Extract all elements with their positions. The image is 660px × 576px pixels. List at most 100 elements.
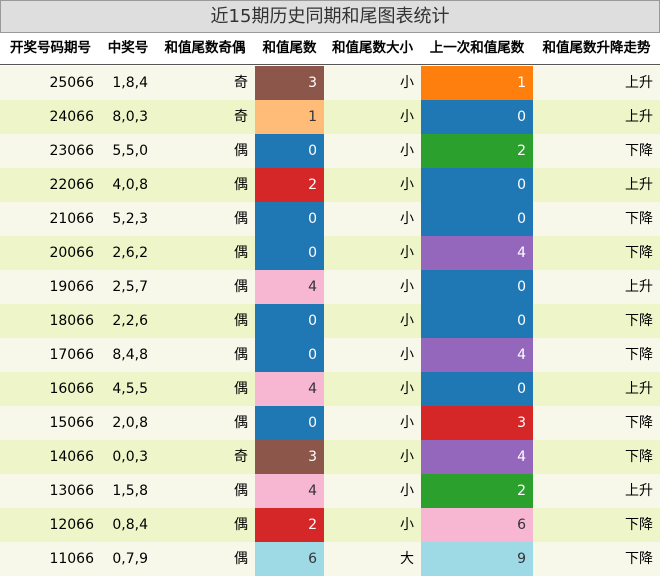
cell-issue: 17066: [49, 347, 94, 363]
header-trend: 和值尾数升降走势: [542, 40, 651, 56]
table-row: 19066 2,5,7 偶 4 小 0 上升: [0, 270, 660, 304]
table-row: 25066 1,8,4 奇 3 小 1 上升: [0, 66, 660, 100]
table-row: 18066 2,2,6 偶 0 小 0 下降: [0, 304, 660, 338]
cell-parity: 偶: [234, 143, 248, 159]
cell-prev-tail: 4: [421, 338, 533, 372]
cell-number: 1,5,8: [112, 483, 148, 499]
cell-issue: 14066: [49, 449, 94, 465]
cell-tail: 4: [255, 270, 324, 304]
cell-parity: 偶: [234, 483, 248, 499]
cell-parity: 偶: [234, 347, 248, 363]
cell-size: 小: [400, 279, 414, 295]
cell-issue: 21066: [49, 211, 94, 227]
cell-tail: 0: [255, 338, 324, 372]
table-row: 17066 8,4,8 偶 0 小 4 下降: [0, 338, 660, 372]
header-issue: 开奖号码期号: [10, 40, 91, 56]
table-row: 21066 5,2,3 偶 0 小 0 下降: [0, 202, 660, 236]
cell-prev-tail: 6: [421, 508, 533, 542]
cell-number: 2,2,6: [112, 313, 148, 329]
cell-number: 5,5,0: [112, 143, 148, 159]
cell-number: 0,7,9: [112, 551, 148, 567]
cell-size: 小: [400, 109, 414, 125]
table-row: 22066 4,0,8 偶 2 小 0 上升: [0, 168, 660, 202]
cell-prev-tail: 4: [421, 440, 533, 474]
cell-number: 8,0,3: [112, 109, 148, 125]
cell-tail: 6: [255, 542, 324, 576]
cell-trend: 下降: [625, 517, 653, 533]
cell-trend: 下降: [625, 143, 653, 159]
cell-issue: 11066: [49, 551, 94, 567]
cell-issue: 16066: [49, 381, 94, 397]
cell-parity: 偶: [234, 245, 248, 261]
cell-prev-tail: 2: [421, 134, 533, 168]
cell-tail: 3: [255, 440, 324, 474]
cell-tail: 1: [255, 100, 324, 134]
cell-tail: 2: [255, 508, 324, 542]
cell-parity: 偶: [234, 381, 248, 397]
header-row: 开奖号码期号 中奖号 和值尾数奇偶 和值尾数 和值尾数大小 上一次和值尾数 和值…: [0, 33, 660, 65]
cell-size: 小: [400, 381, 414, 397]
cell-parity: 偶: [234, 279, 248, 295]
table-row: 12066 0,8,4 偶 2 小 6 下降: [0, 508, 660, 542]
cell-trend: 上升: [625, 75, 653, 91]
cell-prev-tail: 0: [421, 372, 533, 406]
cell-issue: 13066: [49, 483, 94, 499]
cell-size: 大: [400, 551, 414, 567]
cell-number: 2,6,2: [112, 245, 148, 261]
cell-tail: 4: [255, 474, 324, 508]
cell-tail: 3: [255, 66, 324, 100]
cell-trend: 下降: [625, 551, 653, 567]
cell-tail: 2: [255, 168, 324, 202]
cell-trend: 下降: [625, 449, 653, 465]
cell-parity: 偶: [234, 551, 248, 567]
cell-issue: 22066: [49, 177, 94, 193]
table-row: 11066 0,7,9 偶 6 大 9 下降: [0, 542, 660, 576]
cell-parity: 奇: [234, 75, 248, 91]
cell-parity: 奇: [234, 449, 248, 465]
cell-prev-tail: 4: [421, 236, 533, 270]
cell-number: 0,8,4: [112, 517, 148, 533]
cell-trend: 下降: [625, 347, 653, 363]
cell-issue: 15066: [49, 415, 94, 431]
header-number: 中奖号: [107, 40, 149, 56]
cell-trend: 下降: [625, 415, 653, 431]
cell-size: 小: [400, 75, 414, 91]
cell-trend: 上升: [625, 483, 653, 499]
table-row: 15066 2,0,8 偶 0 小 3 下降: [0, 406, 660, 440]
table-row: 24066 8,0,3 奇 1 小 0 上升: [0, 100, 660, 134]
cell-prev-tail: 0: [421, 168, 533, 202]
table-row: 14066 0,0,3 奇 3 小 4 下降: [0, 440, 660, 474]
header-size: 和值尾数大小: [332, 40, 413, 56]
chart-table: 近15期历史同期和尾图表统计 开奖号码期号 中奖号 和值尾数奇偶 和值尾数 和值…: [0, 0, 660, 576]
cell-number: 4,5,5: [112, 381, 148, 397]
cell-trend: 上升: [625, 109, 653, 125]
cell-trend: 上升: [625, 177, 653, 193]
cell-tail: 0: [255, 236, 324, 270]
cell-prev-tail: 9: [421, 542, 533, 576]
cell-trend: 上升: [625, 279, 653, 295]
cell-size: 小: [400, 483, 414, 499]
cell-issue: 25066: [49, 75, 94, 91]
cell-prev-tail: 3: [421, 406, 533, 440]
cell-tail: 0: [255, 134, 324, 168]
table-row: 16066 4,5,5 偶 4 小 0 上升: [0, 372, 660, 406]
cell-prev-tail: 0: [421, 202, 533, 236]
cell-number: 4,0,8: [112, 177, 148, 193]
cell-size: 小: [400, 517, 414, 533]
cell-number: 1,8,4: [112, 75, 148, 91]
cell-size: 小: [400, 245, 414, 261]
cell-size: 小: [400, 143, 414, 159]
header-parity: 和值尾数奇偶: [164, 40, 246, 56]
cell-issue: 18066: [49, 313, 94, 329]
cell-parity: 偶: [234, 415, 248, 431]
cell-number: 0,0,3: [112, 449, 148, 465]
header-tail: 和值尾数: [262, 40, 317, 56]
chart-title: 近15期历史同期和尾图表统计: [0, 0, 660, 33]
cell-parity: 偶: [234, 517, 248, 533]
cell-prev-tail: 0: [421, 270, 533, 304]
cell-size: 小: [400, 347, 414, 363]
cell-size: 小: [400, 211, 414, 227]
cell-prev-tail: 0: [421, 304, 533, 338]
cell-trend: 下降: [625, 313, 653, 329]
cell-number: 5,2,3: [112, 211, 148, 227]
